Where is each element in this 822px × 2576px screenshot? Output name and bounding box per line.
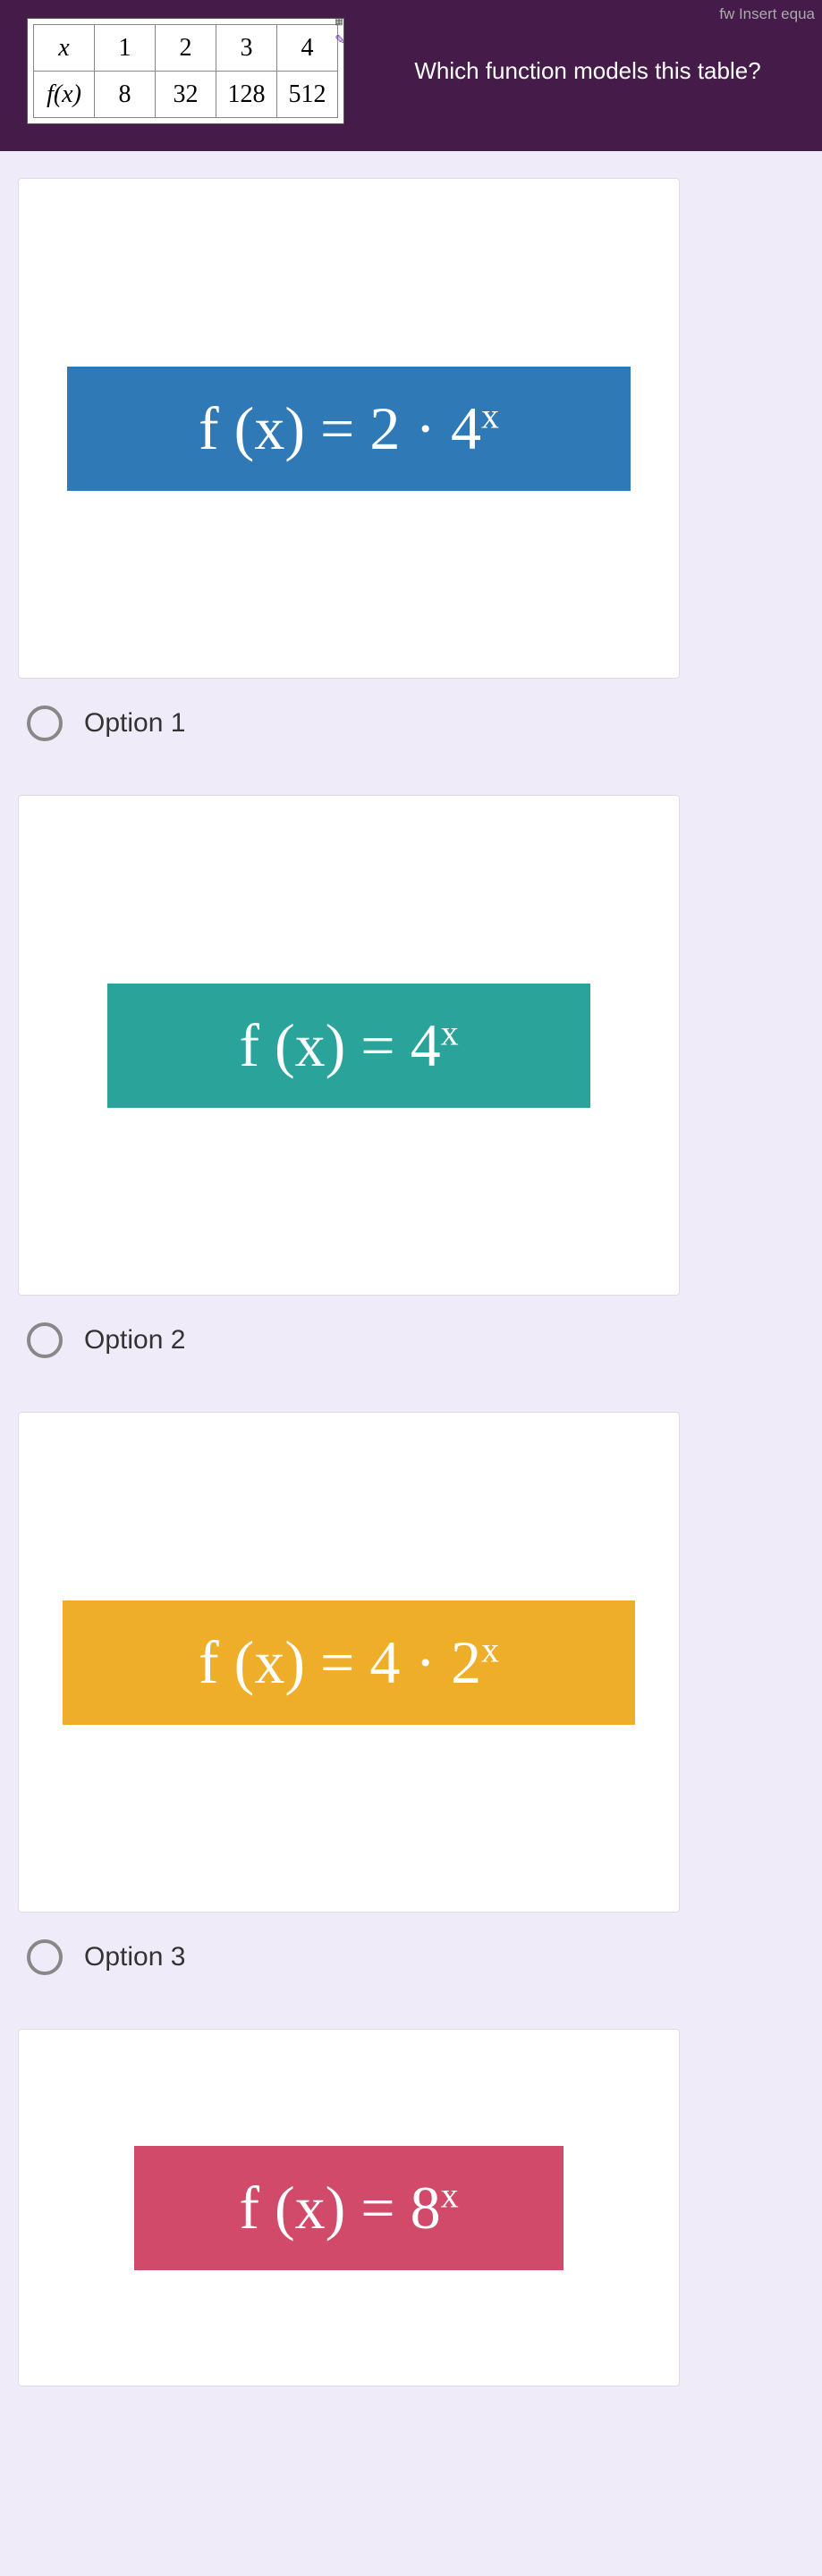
option-card-2[interactable]: f (x) = 4x	[18, 795, 680, 1296]
option-card-3[interactable]: f (x) = 4 · 2x	[18, 1412, 680, 1913]
insert-equation-hint: fw Insert equa	[719, 5, 815, 23]
grid-icon[interactable]: ▦	[335, 17, 345, 27]
options-area: f (x) = 2 · 4x Option 1 f (x) = 4x Optio…	[0, 151, 822, 2440]
formula-3: f (x) = 4 · 2x	[63, 1600, 635, 1725]
radio-label: Option 3	[84, 1942, 185, 1972]
data-table-wrap: ▦ ✎ x 1 2 3 4 f(x) 8 32 128 512	[27, 18, 344, 124]
formula-text: f (x) = 2 · 4	[199, 394, 481, 462]
cell: f(x)	[34, 72, 95, 118]
question-text: Which function models this table?	[380, 57, 795, 85]
formula-exp: x	[481, 1629, 499, 1669]
formula-text: f (x) = 8	[239, 2174, 440, 2242]
option-card-1[interactable]: f (x) = 2 · 4x	[18, 178, 680, 679]
formula-exp: x	[481, 395, 499, 435]
formula-exp: x	[441, 2175, 459, 2215]
radio-label: Option 1	[84, 708, 185, 739]
radio-icon[interactable]	[27, 1322, 63, 1358]
cell: 32	[156, 72, 216, 118]
table-row: f(x) 8 32 128 512	[34, 72, 338, 118]
option-card-4[interactable]: f (x) = 8x	[18, 2029, 680, 2386]
formula-4: f (x) = 8x	[134, 2146, 564, 2270]
cell: 1	[95, 25, 156, 72]
radio-label: Option 2	[84, 1325, 185, 1356]
formula-1: f (x) = 2 · 4x	[67, 367, 631, 491]
cell: 8	[95, 72, 156, 118]
cell: 512	[277, 72, 338, 118]
radio-row-3[interactable]: Option 3	[27, 1939, 804, 1975]
table-edit-icons[interactable]: ▦ ✎	[335, 17, 345, 47]
radio-icon[interactable]	[27, 1939, 63, 1975]
table-row: x 1 2 3 4	[34, 25, 338, 72]
question-header: fw Insert equa ▦ ✎ x 1 2 3 4 f(x) 8 32 1…	[0, 0, 822, 151]
radio-row-2[interactable]: Option 2	[27, 1322, 804, 1358]
data-table: x 1 2 3 4 f(x) 8 32 128 512	[33, 24, 338, 118]
formula-exp: x	[441, 1012, 459, 1052]
formula-text: f (x) = 4	[239, 1011, 440, 1079]
pencil-icon[interactable]: ✎	[335, 32, 345, 47]
cell: 4	[277, 25, 338, 72]
cell: x	[34, 25, 95, 72]
radio-icon[interactable]	[27, 705, 63, 741]
cell: 2	[156, 25, 216, 72]
formula-text: f (x) = 4 · 2	[199, 1628, 481, 1696]
cell: 128	[216, 72, 277, 118]
radio-row-1[interactable]: Option 1	[27, 705, 804, 741]
formula-2: f (x) = 4x	[107, 984, 590, 1108]
cell: 3	[216, 25, 277, 72]
